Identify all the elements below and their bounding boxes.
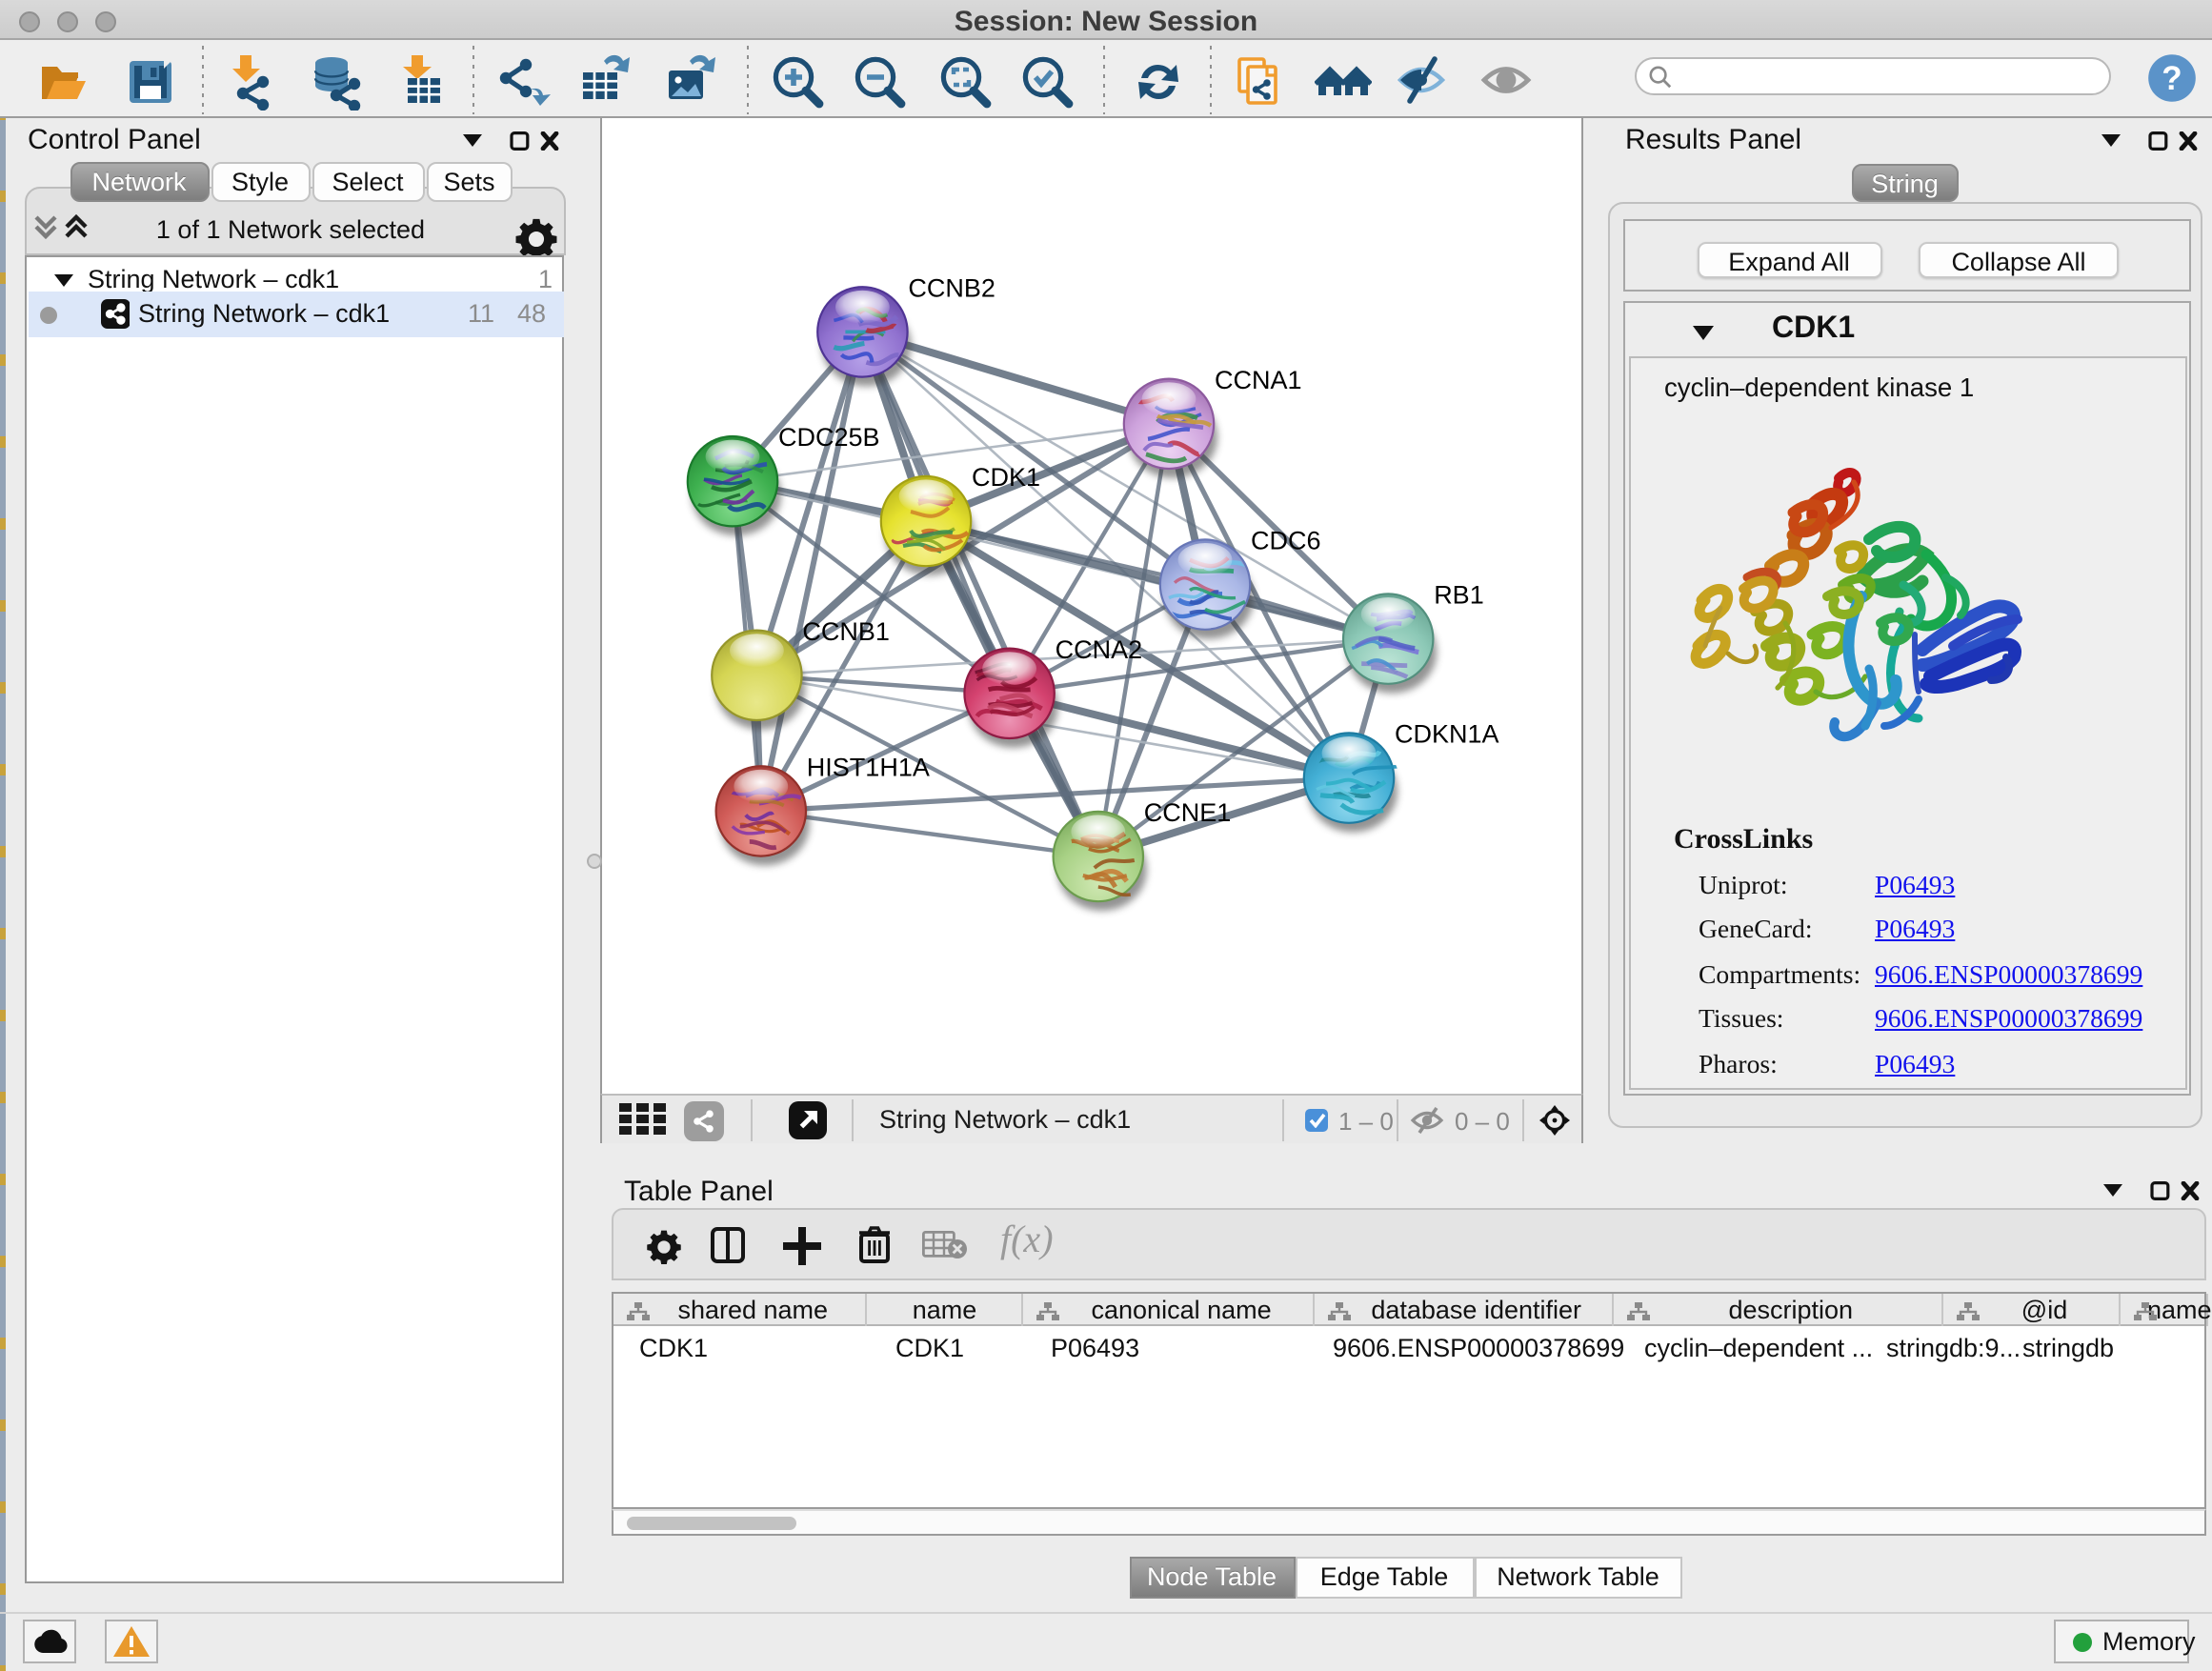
- svg-text:CCNA2: CCNA2: [1055, 635, 1142, 664]
- svg-text:HIST1H1A: HIST1H1A: [806, 753, 929, 781]
- svg-text:?: ?: [2162, 60, 2182, 97]
- svg-text:CCNB1: CCNB1: [801, 617, 889, 646]
- svg-text:CDK1: CDK1: [971, 463, 1039, 492]
- svg-text:CCNE1: CCNE1: [1143, 798, 1231, 827]
- svg-text:RB1: RB1: [1433, 581, 1483, 610]
- svg-text:CDC6: CDC6: [1250, 527, 1320, 555]
- svg-text:CCNB2: CCNB2: [907, 273, 995, 302]
- svg-text:CCNA1: CCNA1: [1214, 366, 1301, 394]
- svg-text:CDC25B: CDC25B: [777, 423, 879, 452]
- svg-text:CDKN1A: CDKN1A: [1394, 720, 1498, 749]
